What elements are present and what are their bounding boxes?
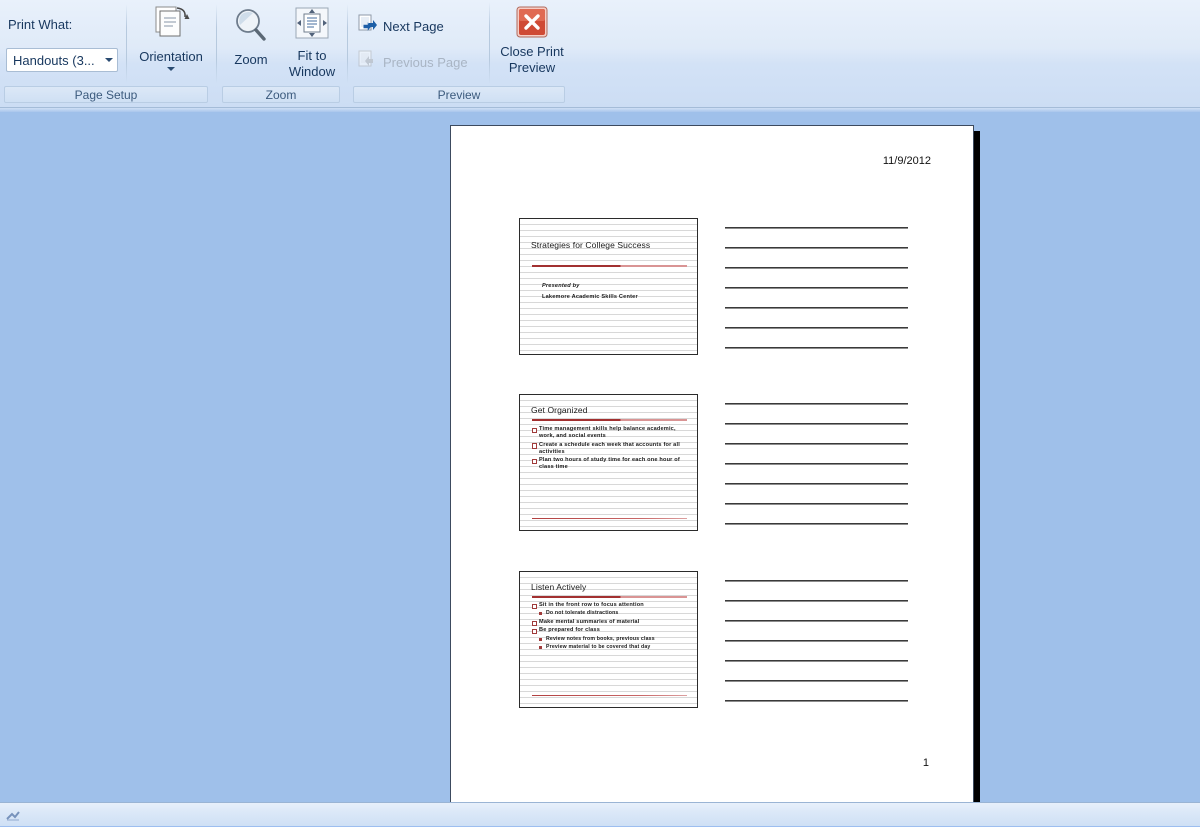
bullet-item: Time management skills help balance acad…: [532, 426, 689, 440]
chevron-down-icon[interactable]: [101, 49, 117, 71]
note-line: [725, 503, 908, 505]
slide-2-accent-rule: [532, 419, 687, 421]
orientation-button[interactable]: Orientation: [135, 6, 207, 71]
slide-3-title: Listen Actively: [531, 582, 587, 592]
header-date: 11/9/2012: [882, 155, 931, 167]
chevron-down-icon[interactable]: [167, 67, 175, 71]
ribbon-divider-1: [216, 4, 217, 84]
bullet-item: Do not tolerate distractions: [532, 610, 691, 617]
note-line: [725, 443, 908, 445]
status-bar: [0, 802, 1200, 826]
note-line: [725, 227, 908, 229]
note-line: [725, 267, 908, 269]
close-print-preview-label-line1: Close Print: [500, 44, 564, 59]
preview-group-body: Next Page Previous Page Close Print Prev…: [349, 0, 569, 86]
slide-3-footer-rule: [532, 694, 687, 696]
group-inner-divider: [126, 4, 127, 83]
slide-1-title: Strategies for College Success: [531, 240, 651, 250]
group-label-page-setup: Page Setup: [4, 86, 208, 103]
fit-to-window-label-line1: Fit to: [297, 48, 327, 63]
next-page-icon: [357, 14, 377, 39]
bullet-item: Create a schedule each week that account…: [532, 442, 689, 456]
bullet-item: Review notes from books, previous class: [532, 636, 691, 643]
bullet-item: Make mental summaries of material: [532, 619, 691, 626]
slide-1-presented-by: Presented by: [542, 283, 580, 289]
ribbon-group-preview: Next Page Previous Page Close Print Prev…: [349, 0, 569, 107]
bullet-item: Be prepared for class: [532, 627, 691, 635]
note-line: [725, 287, 908, 289]
slide-3-accent-rule: [532, 596, 687, 598]
slide-2-content: Get Organized Time management skills hel…: [520, 395, 697, 530]
note-line: [725, 580, 908, 582]
note-line: [725, 700, 908, 702]
note-line: [725, 403, 908, 405]
next-page-label: Next Page: [383, 19, 444, 34]
note-line: [725, 247, 908, 249]
note-line: [725, 423, 908, 425]
zoom-button[interactable]: Zoom: [224, 6, 278, 68]
footer-page-number: 1: [922, 757, 929, 769]
handout-row-2: Get Organized Time management skills hel…: [451, 394, 975, 534]
handout-row-1: Strategies for College Success Presented…: [451, 218, 975, 358]
presentation-icon: [6, 809, 20, 821]
note-line: [725, 680, 908, 682]
previous-page-icon: [357, 50, 377, 75]
slide-1-organization: Lakemore Academic Skills Center: [542, 294, 638, 300]
print-what-combobox[interactable]: Handouts (3...: [6, 48, 118, 72]
note-line: [725, 327, 908, 329]
slide-3-bullet-list: Sit in the front row to focus attention …: [532, 602, 691, 652]
print-what-label: Print What:: [8, 17, 73, 32]
magnifier-icon: [231, 6, 271, 49]
note-line: [725, 483, 908, 485]
fit-to-window-icon: [293, 6, 331, 47]
note-line: [725, 620, 908, 622]
slide-1-accent-rule: [532, 265, 687, 267]
print-preview-ribbon: Print What: Handouts (3... Orientation P…: [0, 0, 1200, 108]
bullet-item: Sit in the front row to focus attention: [532, 602, 691, 610]
handout-row-3: Listen Actively Sit in the front row to …: [451, 571, 975, 711]
ribbon-group-zoom: Zoom Fit to Window Zoom: [218, 0, 346, 107]
group-label-zoom: Zoom: [222, 86, 340, 103]
close-print-preview-label-line2: Preview: [508, 60, 556, 75]
print-preview-canvas[interactable]: 11/9/2012 Strategies for College Success…: [0, 108, 1200, 802]
previous-page-label: Previous Page: [383, 55, 468, 70]
orientation-label: Orientation: [139, 49, 203, 64]
note-line: [725, 660, 908, 662]
note-line: [725, 640, 908, 642]
close-print-preview-button[interactable]: Close Print Preview: [499, 6, 565, 76]
slide-3-content: Listen Actively Sit in the front row to …: [520, 572, 697, 707]
bullet-item: Plan two hours of study time for each on…: [532, 457, 689, 471]
group-label-preview: Preview: [353, 86, 565, 103]
note-line: [725, 347, 908, 349]
fit-to-window-label-line2: Window: [288, 64, 336, 79]
ribbon-group-page-setup: Print What: Handouts (3... Orientation P…: [0, 0, 216, 107]
zoom-group-body: Zoom Fit to Window: [218, 0, 346, 86]
print-what-value: Handouts (3...: [13, 52, 95, 68]
close-icon: [516, 6, 548, 43]
slide-thumbnail-3[interactable]: Listen Actively Sit in the front row to …: [519, 571, 698, 708]
previous-page-button[interactable]: Previous Page: [357, 50, 468, 75]
page-setup-group-body: Print What: Handouts (3... Orientation: [0, 0, 216, 86]
note-line: [725, 463, 908, 465]
fit-to-window-button[interactable]: Fit to Window: [282, 6, 342, 80]
note-line: [725, 307, 908, 309]
orientation-icon: [151, 6, 191, 47]
note-line: [725, 523, 908, 525]
note-line: [725, 600, 908, 602]
preview-page: 11/9/2012 Strategies for College Success…: [450, 125, 974, 802]
slide-2-title: Get Organized: [531, 405, 588, 415]
slide-2-footer-rule: [532, 517, 687, 519]
slide-1-content: Strategies for College Success Presented…: [520, 219, 697, 354]
slide-2-bullet-list: Time management skills help balance acad…: [532, 426, 689, 473]
slide-thumbnail-2[interactable]: Get Organized Time management skills hel…: [519, 394, 698, 531]
bullet-item: Preview material to be covered that day: [532, 644, 691, 651]
ribbon-divider-2: [347, 4, 348, 84]
next-page-button[interactable]: Next Page: [357, 14, 444, 39]
slide-thumbnail-1[interactable]: Strategies for College Success Presented…: [519, 218, 698, 355]
preview-inner-divider: [489, 2, 490, 84]
zoom-button-label: Zoom: [234, 52, 268, 67]
